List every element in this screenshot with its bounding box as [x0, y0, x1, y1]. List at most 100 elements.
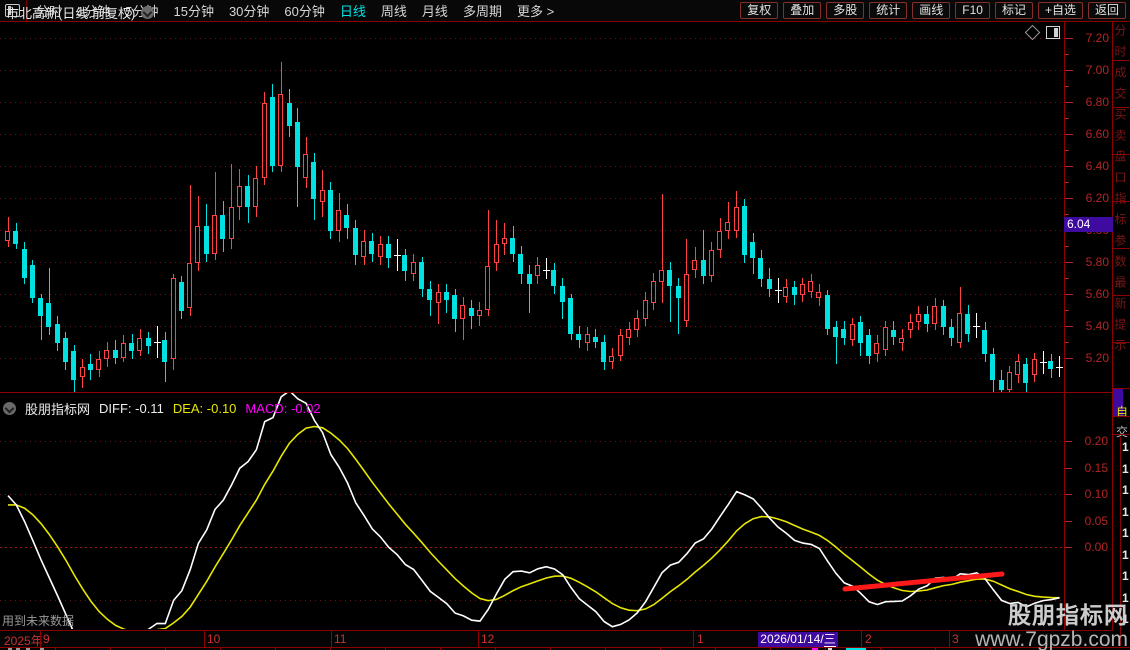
chevron-down-icon[interactable] — [141, 6, 155, 19]
diff-value: DIFF: -0.11 — [99, 401, 164, 416]
candle-body — [1031, 359, 1037, 376]
candle-body — [833, 327, 838, 337]
candle-body — [120, 343, 126, 358]
candle-body — [816, 292, 822, 299]
strip-separator — [1113, 434, 1130, 435]
toolbar-button-+自选[interactable]: +自选 — [1037, 2, 1083, 19]
period-tab-日线[interactable]: 日线 — [340, 1, 366, 20]
axis-tick — [1065, 70, 1073, 71]
candle-body — [899, 338, 905, 344]
clipped-digit: 1 — [1122, 483, 1129, 497]
candle-body — [642, 300, 648, 320]
toolbar-button-F10[interactable]: F10 — [955, 2, 990, 19]
axis-tick — [1065, 102, 1073, 103]
period-tab-月线[interactable]: 月线 — [422, 1, 448, 20]
candle-body — [220, 215, 226, 240]
candle-wick — [661, 194, 663, 304]
candle-body — [791, 287, 797, 296]
month-separator — [478, 631, 479, 647]
candle-body — [71, 351, 77, 380]
indicator-axis-label: 0.20 — [1084, 434, 1108, 448]
price-axis-label: 6.60 — [1085, 127, 1109, 141]
price-axis-label: 5.60 — [1085, 287, 1109, 301]
candle-body — [21, 248, 27, 278]
candle-wick — [529, 264, 531, 313]
toolbar-button-统计[interactable]: 统计 — [869, 2, 908, 19]
price-gridline — [0, 38, 1064, 39]
price-gridline — [0, 294, 1064, 295]
candle-body — [410, 261, 416, 275]
candle-body — [1006, 372, 1012, 390]
chart-title: 市北高新(日线.前复权) — [6, 6, 136, 21]
candle-body — [352, 228, 358, 256]
side-tab-active[interactable]: 自 — [1116, 403, 1128, 420]
candle-body — [940, 306, 946, 328]
split-pane-icon[interactable] — [1046, 26, 1060, 39]
chart-corner-icons — [1024, 24, 1060, 41]
period-tab-周线[interactable]: 周线 — [381, 1, 407, 20]
toolbar-button-标记[interactable]: 标记 — [994, 2, 1033, 19]
period-tab-30分钟[interactable]: 30分钟 — [229, 1, 269, 20]
strip-separator — [1113, 416, 1130, 417]
candle-body — [559, 285, 565, 302]
axis-minor-tick — [1065, 86, 1069, 87]
price-gridline — [0, 230, 1064, 231]
period-tab-多周期[interactable]: 多周期 — [463, 1, 502, 20]
candlestick-pane[interactable] — [0, 22, 1064, 392]
month-separator — [204, 631, 205, 647]
period-tab-60分钟[interactable]: 60分钟 — [284, 1, 324, 20]
strip-separator — [1113, 201, 1130, 202]
candle-body — [717, 231, 723, 251]
price-gridline — [0, 326, 1064, 327]
price-axis-label: 5.40 — [1085, 319, 1109, 333]
candle-body — [915, 314, 921, 323]
candle-body — [245, 186, 251, 208]
axis-minor-tick — [1065, 278, 1069, 279]
month-label-12: 12 — [481, 632, 495, 646]
strip-separator — [1113, 388, 1130, 389]
toolbar-button-返回[interactable]: 返回 — [1087, 2, 1126, 19]
chevron-down-icon[interactable] — [3, 402, 16, 415]
axis-minor-tick — [1065, 54, 1069, 55]
candle-body — [783, 287, 789, 297]
candle-body — [203, 226, 209, 254]
toolbar-button-复权[interactable]: 复权 — [740, 2, 779, 19]
axis-minor-tick — [1065, 310, 1069, 311]
diamond-icon[interactable] — [1024, 24, 1041, 41]
candle-body — [46, 303, 52, 328]
candle-body — [683, 274, 689, 321]
period-tab-15分钟[interactable]: 15分钟 — [173, 1, 213, 20]
toolbar-button-叠加[interactable]: 叠加 — [783, 2, 822, 19]
right-side-strip[interactable]: 分时成交买卖盘口指标参数最新提示 自 交 111111111 — [1113, 22, 1130, 646]
candle-body — [518, 253, 524, 275]
period-tab-更多 >[interactable]: 更多 > — [517, 1, 554, 20]
month-label-2: 2 — [865, 632, 872, 646]
month-separator — [861, 631, 862, 647]
candle-body — [303, 154, 309, 179]
indicator-axis-label: 0.15 — [1084, 460, 1108, 475]
candle-body — [269, 96, 275, 166]
month-separator — [331, 631, 332, 647]
candle-body — [336, 210, 342, 232]
toolbar-button-多股[interactable]: 多股 — [826, 2, 865, 19]
candle-body — [253, 178, 259, 208]
candle-body — [195, 226, 201, 264]
indicator-lines — [7, 393, 1060, 629]
candle-body — [708, 250, 714, 276]
axis-tick — [1065, 326, 1073, 327]
candle-body — [576, 333, 582, 340]
toolbar-button-画线[interactable]: 画线 — [912, 2, 951, 19]
candle-body — [13, 231, 19, 244]
month-label-10: 10 — [207, 632, 221, 646]
candle-body — [675, 285, 681, 299]
month-label-9: 9 — [43, 632, 50, 646]
side-tab[interactable]: 交 — [1116, 423, 1128, 440]
axis-tick — [1065, 166, 1073, 167]
candle-body — [62, 338, 68, 363]
axis-tick — [1065, 294, 1073, 295]
candle-body — [907, 322, 913, 331]
watermark-url: www.7gpzb.com — [975, 628, 1128, 650]
candle-wick — [438, 284, 440, 324]
candle-body — [344, 215, 350, 228]
candle-body — [526, 274, 532, 284]
